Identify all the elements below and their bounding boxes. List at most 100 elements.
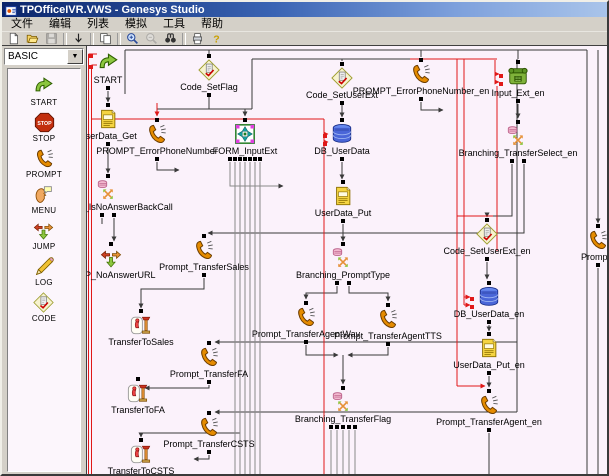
node-label: Prompt_TransferFA xyxy=(170,369,248,379)
node-output-pin xyxy=(341,425,345,429)
node-output-pin xyxy=(335,425,339,429)
node-input-pin xyxy=(106,174,110,178)
menu-item-simulate[interactable]: 模拟 xyxy=(117,17,155,31)
palette-item-stop[interactable]: STOPSTOP xyxy=(33,112,56,143)
chevron-down-icon[interactable]: ▼ xyxy=(67,49,83,64)
flow-node-input-ext-en[interactable]: Input_Ext_en xyxy=(443,60,593,103)
flow-node-code-setflag[interactable]: Code_SetFlag xyxy=(134,54,284,97)
download-arrow-button[interactable] xyxy=(69,32,88,45)
flow-node-branching-isnoanswerbackcall[interactable]: Branching_IsNoAnswerBackCall xyxy=(86,174,183,217)
node-output-pin xyxy=(340,101,344,105)
node-input-pin xyxy=(341,180,345,184)
new-file-button[interactable] xyxy=(4,32,23,45)
flow-node-prompt-truncated[interactable]: Prompt_ xyxy=(523,224,607,267)
flow-node-branching-transferflag[interactable]: Branching_TransferFlag xyxy=(268,386,418,429)
app-window: TPOfficeIVR.VWS - Genesys Studio 文件编辑列表模… xyxy=(0,0,609,476)
node-label: Branching_PromptType xyxy=(296,270,390,280)
palette-item-log[interactable]: LOG xyxy=(34,256,55,287)
palette-item-menu[interactable]: MENU xyxy=(32,184,57,215)
jump-icon xyxy=(100,247,122,269)
prompt-icon xyxy=(377,308,399,330)
node-label: Prompt_ xyxy=(581,252,607,262)
node-input-pin xyxy=(155,118,159,122)
menubar: 文件编辑列表模拟工具帮助 xyxy=(2,17,607,32)
menu-item-tools[interactable]: 工具 xyxy=(155,17,193,31)
node-input-pin xyxy=(243,118,247,122)
node-output-pin xyxy=(510,159,514,163)
save-file-button xyxy=(42,32,61,45)
help-button[interactable]: ? xyxy=(207,32,226,45)
open-file-button[interactable] xyxy=(23,32,42,45)
node-input-pin xyxy=(304,301,308,305)
node-input-pin xyxy=(487,389,491,393)
palette-sidebar: BASIC ▼ START STOPSTOP PROMPT MENU JUMP LOG CO… xyxy=(2,46,86,474)
flow-node-prompt-transferagent-en[interactable]: Prompt_TransferAgent_en xyxy=(414,389,564,432)
menu-item-file[interactable]: 文件 xyxy=(3,17,41,31)
find-icon xyxy=(164,32,177,45)
log-icon xyxy=(34,256,55,277)
node-input-pin xyxy=(419,58,423,62)
node-input-pin xyxy=(207,411,211,415)
node-output-pin xyxy=(386,342,390,346)
node-label: START xyxy=(94,75,123,85)
palette-item-label: STOP xyxy=(33,134,56,143)
node-output-pin xyxy=(304,340,308,344)
find-button[interactable] xyxy=(161,32,180,45)
node-label: Prompt_TransferCSTS xyxy=(163,439,254,449)
node-output-pin xyxy=(207,380,211,384)
flow-node-userdata-put[interactable]: UserData_Put xyxy=(268,180,418,223)
node-label: TransferToCSTS xyxy=(108,466,175,474)
palette-item-jump[interactable]: JUMP xyxy=(33,220,56,251)
code-icon xyxy=(476,223,498,245)
flow-node-prompt-transfercsts[interactable]: Prompt_TransferCSTS xyxy=(134,411,284,454)
palette-item-label: PROMPT xyxy=(26,170,62,179)
prompt-icon xyxy=(198,416,220,438)
node-output-pin xyxy=(228,157,232,161)
menu-item-list[interactable]: 列表 xyxy=(79,17,117,31)
node-label: DB_UserData xyxy=(314,146,370,156)
zoom-in-button[interactable] xyxy=(123,32,142,45)
download-arrow-icon xyxy=(72,32,85,45)
print-button[interactable] xyxy=(188,32,207,45)
menu-item-edit[interactable]: 编辑 xyxy=(41,17,79,31)
doc-icon xyxy=(332,185,354,207)
node-input-pin xyxy=(340,118,344,122)
node-label: Branching_TransferFlag xyxy=(295,414,391,424)
branching-icon xyxy=(97,179,119,201)
save-file-icon xyxy=(45,32,58,45)
palette-item-label: CODE xyxy=(32,314,56,323)
copy-button[interactable] xyxy=(96,32,115,45)
titlebar[interactable]: TPOfficeIVR.VWS - Genesys Studio xyxy=(2,2,607,17)
node-side-pin xyxy=(499,82,503,86)
palette-item-prompt[interactable]: PROMPT xyxy=(26,148,62,179)
node-label: Branching_IsNoAnswerBackCall xyxy=(86,202,173,212)
svg-text:?: ? xyxy=(213,34,219,45)
transfer-icon xyxy=(130,314,152,336)
app-icon xyxy=(5,4,17,16)
stop-icon: STOP xyxy=(34,112,55,133)
flow-node-db-userdata[interactable]: DB_UserData xyxy=(267,118,417,161)
flow-node-branching-transferselect-en[interactable]: Branching_TransferSelect_en xyxy=(443,120,593,163)
node-input-pin xyxy=(596,224,600,228)
flow-node-prompt-transfersales[interactable]: Prompt_TransferSales xyxy=(129,234,279,277)
category-dropdown[interactable]: BASIC ▼ xyxy=(4,48,84,65)
code-icon xyxy=(33,292,54,313)
flow-canvas[interactable]: STARTUserData_GetBranching_IsNoAnswerBac… xyxy=(86,46,607,474)
node-output-pin xyxy=(207,450,211,454)
palette-item-code[interactable]: CODE xyxy=(32,292,56,323)
flow-node-prompt-transferfa[interactable]: Prompt_TransferFA xyxy=(134,341,284,384)
prompt-icon xyxy=(193,239,215,261)
node-output-pin xyxy=(340,157,344,161)
flow-node-userdata-put-en[interactable]: UserData_Put_en xyxy=(414,332,564,375)
node-label: Code_SetUserExt_en xyxy=(443,246,530,256)
node-input-pin xyxy=(487,332,491,336)
flow-node-db-userdata-en[interactable]: DB_UserData_en xyxy=(414,281,564,324)
doc-icon xyxy=(478,337,500,359)
form-icon xyxy=(234,123,256,145)
code-icon xyxy=(198,59,220,81)
toolbar-separator xyxy=(182,33,186,45)
menu-item-help[interactable]: 帮助 xyxy=(193,17,231,31)
node-output-pin xyxy=(347,425,351,429)
flow-node-branching-prompttype[interactable]: Branching_PromptType xyxy=(268,242,418,285)
palette-item-start[interactable]: START xyxy=(31,76,58,107)
